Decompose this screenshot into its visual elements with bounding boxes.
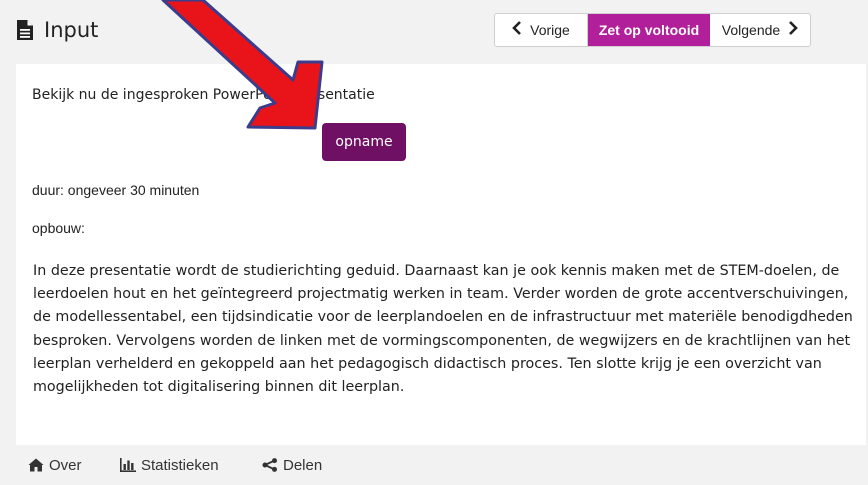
description-paragraph: In deze presentatie wordt de studiericht…	[33, 263, 853, 396]
intro-text: Bekijk nu de ingesproken PowerPoint-pres…	[32, 87, 375, 103]
recording-button[interactable]: opname	[322, 123, 406, 161]
home-icon	[28, 458, 44, 472]
footer-bar: Over Statistieken Delen	[0, 445, 868, 485]
previous-button[interactable]: Vorige	[495, 14, 588, 46]
structure-label: opbouw:	[32, 220, 85, 236]
chevron-right-icon	[788, 20, 799, 40]
next-button[interactable]: Volgende	[710, 14, 810, 46]
bar-chart-icon	[120, 458, 136, 472]
lesson-navigation: Vorige Zet op voltooid Volgende	[494, 13, 811, 47]
footer-over-link[interactable]: Over	[28, 445, 82, 485]
duration-text: duur: ongeveer 30 minuten	[32, 182, 200, 198]
footer-share-link[interactable]: Delen	[262, 445, 322, 485]
mark-complete-button[interactable]: Zet op voltooid	[588, 14, 710, 46]
chevron-left-icon	[512, 20, 522, 40]
footer-share-label: Delen	[283, 456, 323, 474]
share-icon	[262, 458, 277, 472]
next-label: Volgende	[721, 22, 781, 38]
content-card: Bekijk nu de ingesproken PowerPoint-pres…	[16, 64, 866, 445]
document-icon	[16, 19, 34, 41]
footer-stats-label: Statistieken	[141, 456, 219, 474]
page-title: Input	[44, 18, 99, 42]
page-title-wrap: Input	[16, 16, 98, 44]
previous-label: Vorige	[530, 22, 570, 38]
page-header: Input Vorige Zet op voltooid Volgende	[0, 0, 868, 64]
footer-stats-link[interactable]: Statistieken	[120, 445, 219, 485]
footer-over-label: Over	[49, 456, 82, 474]
